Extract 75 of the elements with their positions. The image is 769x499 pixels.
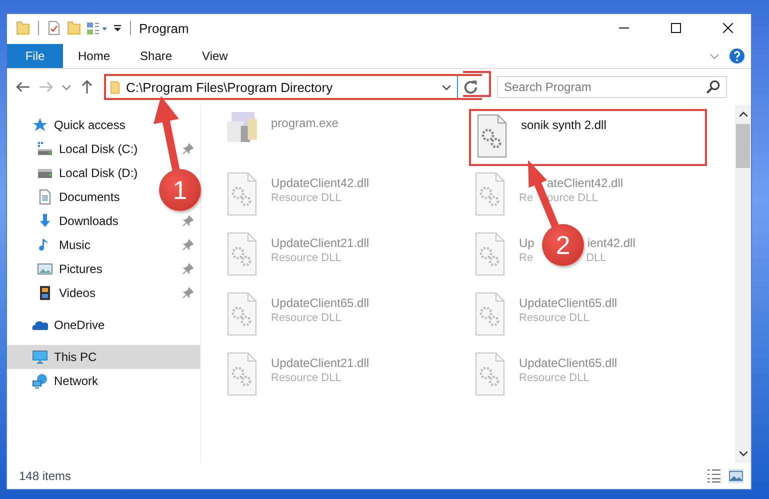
file-type: Resource DLL [519,372,590,384]
maximize-icon [671,23,681,33]
file-type: DLL [586,252,606,264]
file-type: ource DLL [547,192,598,204]
sidebar-label[interactable]: Downloads [59,214,118,228]
monitor-icon [32,349,48,365]
picture-icon [37,261,53,277]
sidebar-label[interactable]: OneDrive [54,318,105,332]
address-bar[interactable]: C:\Program Files\Program Directory [104,74,482,100]
search-icon [706,80,720,94]
highlight-frame [463,71,491,97]
details-view-icon[interactable] [707,469,721,483]
file-type: Resource DLL [271,192,342,204]
pin-icon[interactable] [182,263,194,275]
expand-ribbon-icon[interactable] [710,52,719,60]
sidebar-label[interactable]: Local Disk (D:) [59,166,138,180]
file-name[interactable]: ient42.dll [587,236,636,250]
file-name[interactable]: UpdateClient65.dll [519,296,618,310]
file-name[interactable]: Up [519,236,534,250]
sidebar-label[interactable]: Local Disk (C:) [59,142,138,156]
help-icon[interactable] [729,48,745,64]
pin-icon[interactable] [182,215,194,227]
ribbon-tab[interactable]: Home [63,44,126,68]
sidebar-label[interactable]: Quick access [54,118,126,132]
dropdown-caret-icon[interactable] [442,84,451,90]
pin-icon[interactable] [182,287,194,299]
ribbon-tab[interactable]: Share [125,44,188,68]
pin-icon[interactable] [182,239,194,251]
back-arrow-icon[interactable] [16,80,30,94]
refresh-icon[interactable] [464,80,478,94]
file-name[interactable]: ateClient42.dll [547,176,624,190]
up-arrow-icon[interactable] [80,80,94,94]
file-type: Re [519,252,534,264]
sidebar-label[interactable]: Pictures [59,262,102,276]
network-icon [32,373,48,389]
ribbon-tab[interactable]: File [7,44,63,68]
minimize-icon [619,27,629,29]
sidebar-label[interactable]: Documents [59,190,120,204]
file-type: Resource DLL [271,312,342,324]
item-count: 148 items [19,469,72,483]
file-type: Resource DLL [519,312,590,324]
down-arrow-icon [37,213,53,229]
file-name[interactable]: UpdateClient65.dll [519,356,618,370]
pin-icon[interactable] [182,143,194,155]
large-icons-view-icon[interactable] [729,469,743,483]
customize-caret-icon[interactable] [113,24,122,32]
view-dropdown-icon[interactable] [87,22,107,34]
drive-icon [37,141,53,157]
file-type: Re [519,192,534,204]
scroll-down-icon[interactable] [738,450,748,457]
file-name[interactable]: UpdateClient42.dll [271,176,370,190]
recent-caret-icon[interactable] [62,84,71,90]
checked-document-icon[interactable] [47,21,61,35]
scroll-up-icon[interactable] [738,111,748,118]
sidebar-label[interactable]: Videos [59,286,96,300]
file-name[interactable]: UpdateClient65.dll [271,296,370,310]
sidebar-item[interactable]: This PC [7,345,200,369]
ribbon-tab[interactable]: View [187,44,243,68]
folder-icon [110,80,120,94]
search-field[interactable]: Search Program [497,76,727,98]
sidebar-label[interactable]: Network [54,374,98,388]
file-name[interactable]: UpdateClient21.dll [271,236,370,250]
file-type: Resource DLL [271,372,342,384]
address-path: C:\Program Files\Program Directory [126,80,334,94]
star-icon [32,117,48,133]
file-name[interactable]: program.exe [271,116,338,130]
sidebar-label[interactable]: Music [59,238,90,252]
window-title: Program [139,20,189,36]
close-icon [723,23,733,33]
file-type: Resource DLL [271,252,342,264]
file-name[interactable]: UpdateClient21.dll [271,356,370,370]
document-icon [37,189,53,205]
film-icon [37,285,53,301]
file-name[interactable]: sonik synth 2.dll [521,118,606,132]
scrollbar-thumb[interactable] [736,124,750,168]
